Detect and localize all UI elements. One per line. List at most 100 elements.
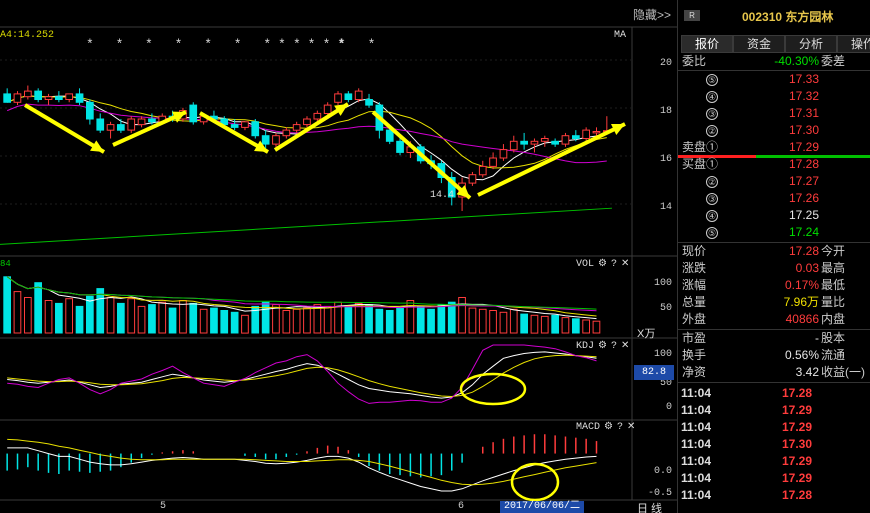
vol-title-bar: VOL ⚙? ✕ bbox=[572, 258, 629, 270]
kdj-title: KDJ bbox=[576, 341, 595, 352]
volume-bar bbox=[3, 276, 11, 334]
tab-funds[interactable]: 资金 bbox=[733, 35, 785, 53]
close-icon[interactable]: ✕ bbox=[621, 259, 629, 270]
price-tick: 16 bbox=[659, 154, 672, 165]
volume-bar bbox=[282, 310, 291, 334]
volume-bar bbox=[592, 320, 601, 334]
highlight-circle bbox=[510, 462, 560, 502]
gear-icon[interactable]: ⚙ bbox=[598, 259, 607, 270]
volume-bar bbox=[261, 301, 270, 334]
macd-title-bar: MACD ⚙? ✕ bbox=[572, 421, 635, 433]
candle-body bbox=[261, 135, 270, 145]
macd-tick: 0.0 bbox=[653, 466, 672, 477]
candle-body bbox=[509, 140, 518, 151]
period-label[interactable]: 日线 bbox=[637, 500, 665, 513]
stat-label: 涨幅 bbox=[682, 278, 707, 292]
fin-value: - bbox=[815, 331, 819, 345]
x-tick: 5 bbox=[160, 501, 167, 512]
candle-body bbox=[303, 118, 311, 126]
tab-quote[interactable]: 报价 bbox=[681, 35, 733, 53]
quote-panel: R 002310 东方园林 报价 资金 分析 操作 委比 -40.30% 委差 … bbox=[677, 0, 870, 513]
tab-operation[interactable]: 操作 bbox=[837, 35, 870, 53]
hide-button[interactable]: 隐藏>> bbox=[633, 6, 671, 23]
help-icon[interactable]: ? bbox=[617, 422, 623, 433]
volume-bar bbox=[199, 308, 208, 334]
volume-bar bbox=[468, 307, 477, 334]
volume-bar bbox=[540, 315, 549, 334]
kline-chart[interactable] bbox=[0, 0, 677, 513]
buy-row[interactable]: ⑤ 17.24 bbox=[678, 224, 870, 241]
gear-icon[interactable]: ⚙ bbox=[604, 422, 613, 433]
candle-body bbox=[292, 124, 301, 131]
buy-row[interactable]: ③ 17.26 bbox=[678, 190, 870, 207]
buy-row[interactable]: 买盘① 17.28 bbox=[678, 156, 870, 173]
volume-bar bbox=[416, 305, 425, 334]
stat-value: 0.17% bbox=[784, 278, 819, 292]
vol-tick: 100 bbox=[653, 278, 672, 289]
buy-price: 17.27 bbox=[788, 174, 819, 188]
close-icon[interactable]: ✕ bbox=[621, 341, 629, 352]
help-icon[interactable]: ? bbox=[611, 259, 617, 270]
stat-right-label: 内盘 bbox=[821, 312, 846, 326]
candle-body bbox=[530, 140, 539, 145]
tab-analysis[interactable]: 分析 bbox=[785, 35, 837, 53]
chart-area[interactable]: 隐藏>> A4:14.252 MA * * * * * * * * * * * … bbox=[0, 0, 677, 513]
weibi-row: 委比 -40.30% 委差 bbox=[678, 53, 870, 70]
close-icon[interactable]: ✕ bbox=[627, 422, 635, 433]
fin-value: 3.42 bbox=[795, 365, 819, 379]
trade-time: 11:04 bbox=[681, 403, 712, 417]
volume-bar bbox=[230, 311, 239, 334]
trade-price: 17.28 bbox=[782, 386, 813, 400]
volume-bar bbox=[561, 317, 570, 334]
vol-ma10-line bbox=[6, 276, 597, 317]
vol-tick: 50 bbox=[659, 303, 672, 314]
stat-value: 17.28 bbox=[788, 244, 819, 258]
sell-row[interactable]: ② 17.30 bbox=[678, 122, 870, 139]
buy-row[interactable]: ② 17.27 bbox=[678, 173, 870, 190]
trade-price: 17.30 bbox=[782, 437, 813, 451]
stock-code: 002310 bbox=[742, 10, 783, 24]
stat-row: 现价 17.28 今开 bbox=[678, 243, 870, 260]
candle-body bbox=[489, 157, 497, 167]
stat-value: 7.96万 bbox=[783, 295, 819, 309]
price-tick: 20 bbox=[659, 58, 672, 69]
price-tick: 14 bbox=[659, 202, 672, 213]
volume-bar bbox=[478, 308, 487, 334]
buy-row[interactable]: ④ 17.25 bbox=[678, 207, 870, 224]
trade-price: 17.28 bbox=[782, 488, 813, 502]
candle-body bbox=[117, 124, 125, 131]
sell-row[interactable]: ③ 17.31 bbox=[678, 105, 870, 122]
volume-bar bbox=[189, 302, 198, 334]
fin-value: 0.56% bbox=[784, 348, 819, 362]
candle-body bbox=[592, 131, 601, 134]
sell-row[interactable]: ④ 17.32 bbox=[678, 88, 870, 105]
vol-unit: X万 bbox=[637, 328, 656, 340]
volume-bar bbox=[75, 305, 84, 334]
sell-row[interactable]: ⑤ 17.33 bbox=[678, 71, 870, 88]
candle-body bbox=[313, 112, 322, 120]
candle-body bbox=[540, 138, 549, 142]
fin-row: 净资 3.42 收益(一) bbox=[678, 364, 870, 381]
volume-bar bbox=[86, 295, 94, 334]
volume-bar bbox=[530, 314, 539, 334]
stock-title: 002310 东方园林 bbox=[742, 8, 833, 25]
level-index: ② bbox=[706, 125, 718, 137]
buy-price: 17.28 bbox=[788, 157, 819, 171]
gear-icon[interactable]: ⚙ bbox=[598, 341, 607, 352]
sell-price: 17.32 bbox=[788, 89, 819, 103]
sell-row[interactable]: 卖盘① 17.29 bbox=[678, 139, 870, 156]
candle-body bbox=[354, 90, 363, 100]
ma60-line bbox=[0, 207, 613, 245]
sell-price: 17.31 bbox=[788, 106, 819, 120]
stat-label: 外盘 bbox=[682, 312, 707, 326]
candle-body bbox=[189, 104, 198, 123]
stat-right-label: 量比 bbox=[821, 295, 846, 309]
kdj-tick: 100 bbox=[653, 349, 672, 360]
volume-bar bbox=[44, 300, 53, 334]
help-icon[interactable]: ? bbox=[611, 341, 617, 352]
stat-right-label: 最高 bbox=[821, 261, 846, 275]
trade-time: 11:04 bbox=[681, 420, 712, 434]
candle-body bbox=[241, 121, 249, 128]
volume-bar bbox=[458, 297, 466, 334]
volume-bar bbox=[179, 300, 187, 334]
